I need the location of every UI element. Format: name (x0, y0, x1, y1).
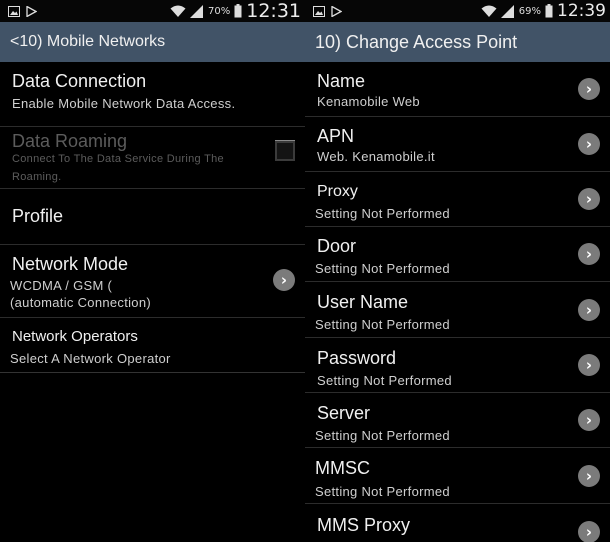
user-name-setting[interactable]: User Name Setting Not Performed › (305, 282, 610, 338)
setting-title: Profile (12, 206, 64, 226)
apn-setting[interactable]: APN Web. Kenamobile.it › (305, 117, 610, 172)
setting-title: Data Roaming (12, 131, 128, 151)
gallery-icon (8, 5, 20, 17)
wifi-icon (170, 5, 186, 18)
setting-title: MMS Proxy (317, 515, 411, 535)
chevron-right-icon[interactable]: › (578, 465, 600, 487)
status-bar: 69% 12:39 (305, 0, 610, 22)
network-operators-setting[interactable]: Network Operators Select A Network Opera… (0, 318, 305, 373)
setting-subtitle: Setting Not Performed (315, 428, 450, 443)
signal-icon (500, 4, 515, 18)
network-mode-setting[interactable]: Network Mode WCDMA / GSM ( (automatic Co… (0, 245, 305, 318)
play-store-icon (331, 5, 342, 17)
data-connection-setting[interactable]: Data Connection Enable Mobile Network Da… (0, 62, 305, 160)
proxy-setting[interactable]: Proxy Setting Not Performed › (305, 172, 610, 227)
wifi-icon (481, 5, 497, 18)
page-title[interactable]: 10) Change Access Point (305, 22, 610, 62)
setting-subtitle: Kenamobile Web (317, 94, 420, 109)
data-roaming-checkbox (275, 141, 295, 161)
setting-title: Name (317, 71, 366, 91)
setting-title: APN (317, 126, 355, 146)
chevron-right-icon[interactable]: › (578, 243, 600, 265)
battery-icon (234, 4, 242, 18)
page-title[interactable]: <10) Mobile Networks (0, 22, 305, 62)
setting-title: Proxy (317, 183, 358, 200)
setting-subtitle: Select A Network Operator (10, 351, 171, 366)
chevron-right-icon[interactable]: › (578, 78, 600, 100)
setting-subtitle: Web. Kenamobile.it (317, 149, 435, 164)
setting-subtitle: Setting Not Performed (315, 206, 450, 221)
status-bar: 70% 12:31 (0, 0, 305, 22)
chevron-right-icon[interactable]: › (578, 133, 600, 155)
setting-subtitle: Setting Not Performed (315, 484, 450, 499)
chevron-right-icon[interactable]: › (578, 354, 600, 376)
clock: 12:39 (557, 1, 606, 21)
setting-title: Server (317, 403, 371, 423)
setting-title: User Name (317, 292, 409, 312)
setting-title: MMSC (315, 458, 370, 478)
setting-subtitle: Setting Not Performed (315, 261, 450, 276)
mms-proxy-setting[interactable]: MMS Proxy › (305, 504, 610, 542)
battery-percentage: 70% (208, 5, 231, 17)
apn-name-setting[interactable]: Name Kenamobile Web › (305, 62, 610, 117)
setting-subtitle-line2: (automatic Connection) (10, 295, 151, 310)
data-roaming-setting: Data Roaming Connect To The Data Service… (0, 127, 305, 189)
chevron-right-icon[interactable]: › (578, 188, 600, 210)
setting-title: Network Mode (12, 254, 129, 274)
mobile-networks-screen: 70% 12:31 <10) Mobile Networks Data Conn… (0, 0, 305, 542)
setting-subtitle-line2: Roaming. (12, 171, 62, 183)
setting-subtitle: WCDMA / GSM ( (10, 278, 113, 293)
signal-icon (190, 4, 204, 18)
door-setting[interactable]: Door Setting Not Performed › (305, 227, 610, 282)
clock: 12:31 (246, 0, 301, 22)
battery-icon (545, 4, 553, 18)
chevron-right-icon[interactable]: › (578, 409, 600, 431)
chevron-right-icon[interactable]: › (578, 521, 600, 542)
battery-percentage: 69% (518, 5, 541, 17)
server-setting[interactable]: Server Setting Not Performed › (305, 393, 610, 448)
setting-title: Door (317, 236, 357, 256)
chevron-right-icon[interactable]: › (273, 269, 295, 291)
setting-title: Data Connection (12, 71, 147, 91)
mmsc-setting[interactable]: MMSC Setting Not Performed › (305, 448, 610, 504)
setting-title: Password (317, 348, 397, 368)
profile-setting[interactable]: Profile (0, 189, 305, 245)
setting-subtitle: Enable Mobile Network Data Access. (12, 96, 236, 111)
setting-title: Network Operators (12, 328, 138, 345)
change-access-point-screen: 69% 12:39 10) Change Access Point Name K… (305, 0, 610, 542)
setting-subtitle: Setting Not Performed (317, 373, 452, 388)
play-store-icon (26, 5, 37, 17)
password-setting[interactable]: Password Setting Not Performed › (305, 338, 610, 393)
gallery-icon (313, 5, 325, 17)
setting-subtitle: Setting Not Performed (315, 317, 450, 332)
chevron-right-icon[interactable]: › (578, 299, 600, 321)
setting-subtitle: Connect To The Data Service During The (12, 153, 224, 165)
